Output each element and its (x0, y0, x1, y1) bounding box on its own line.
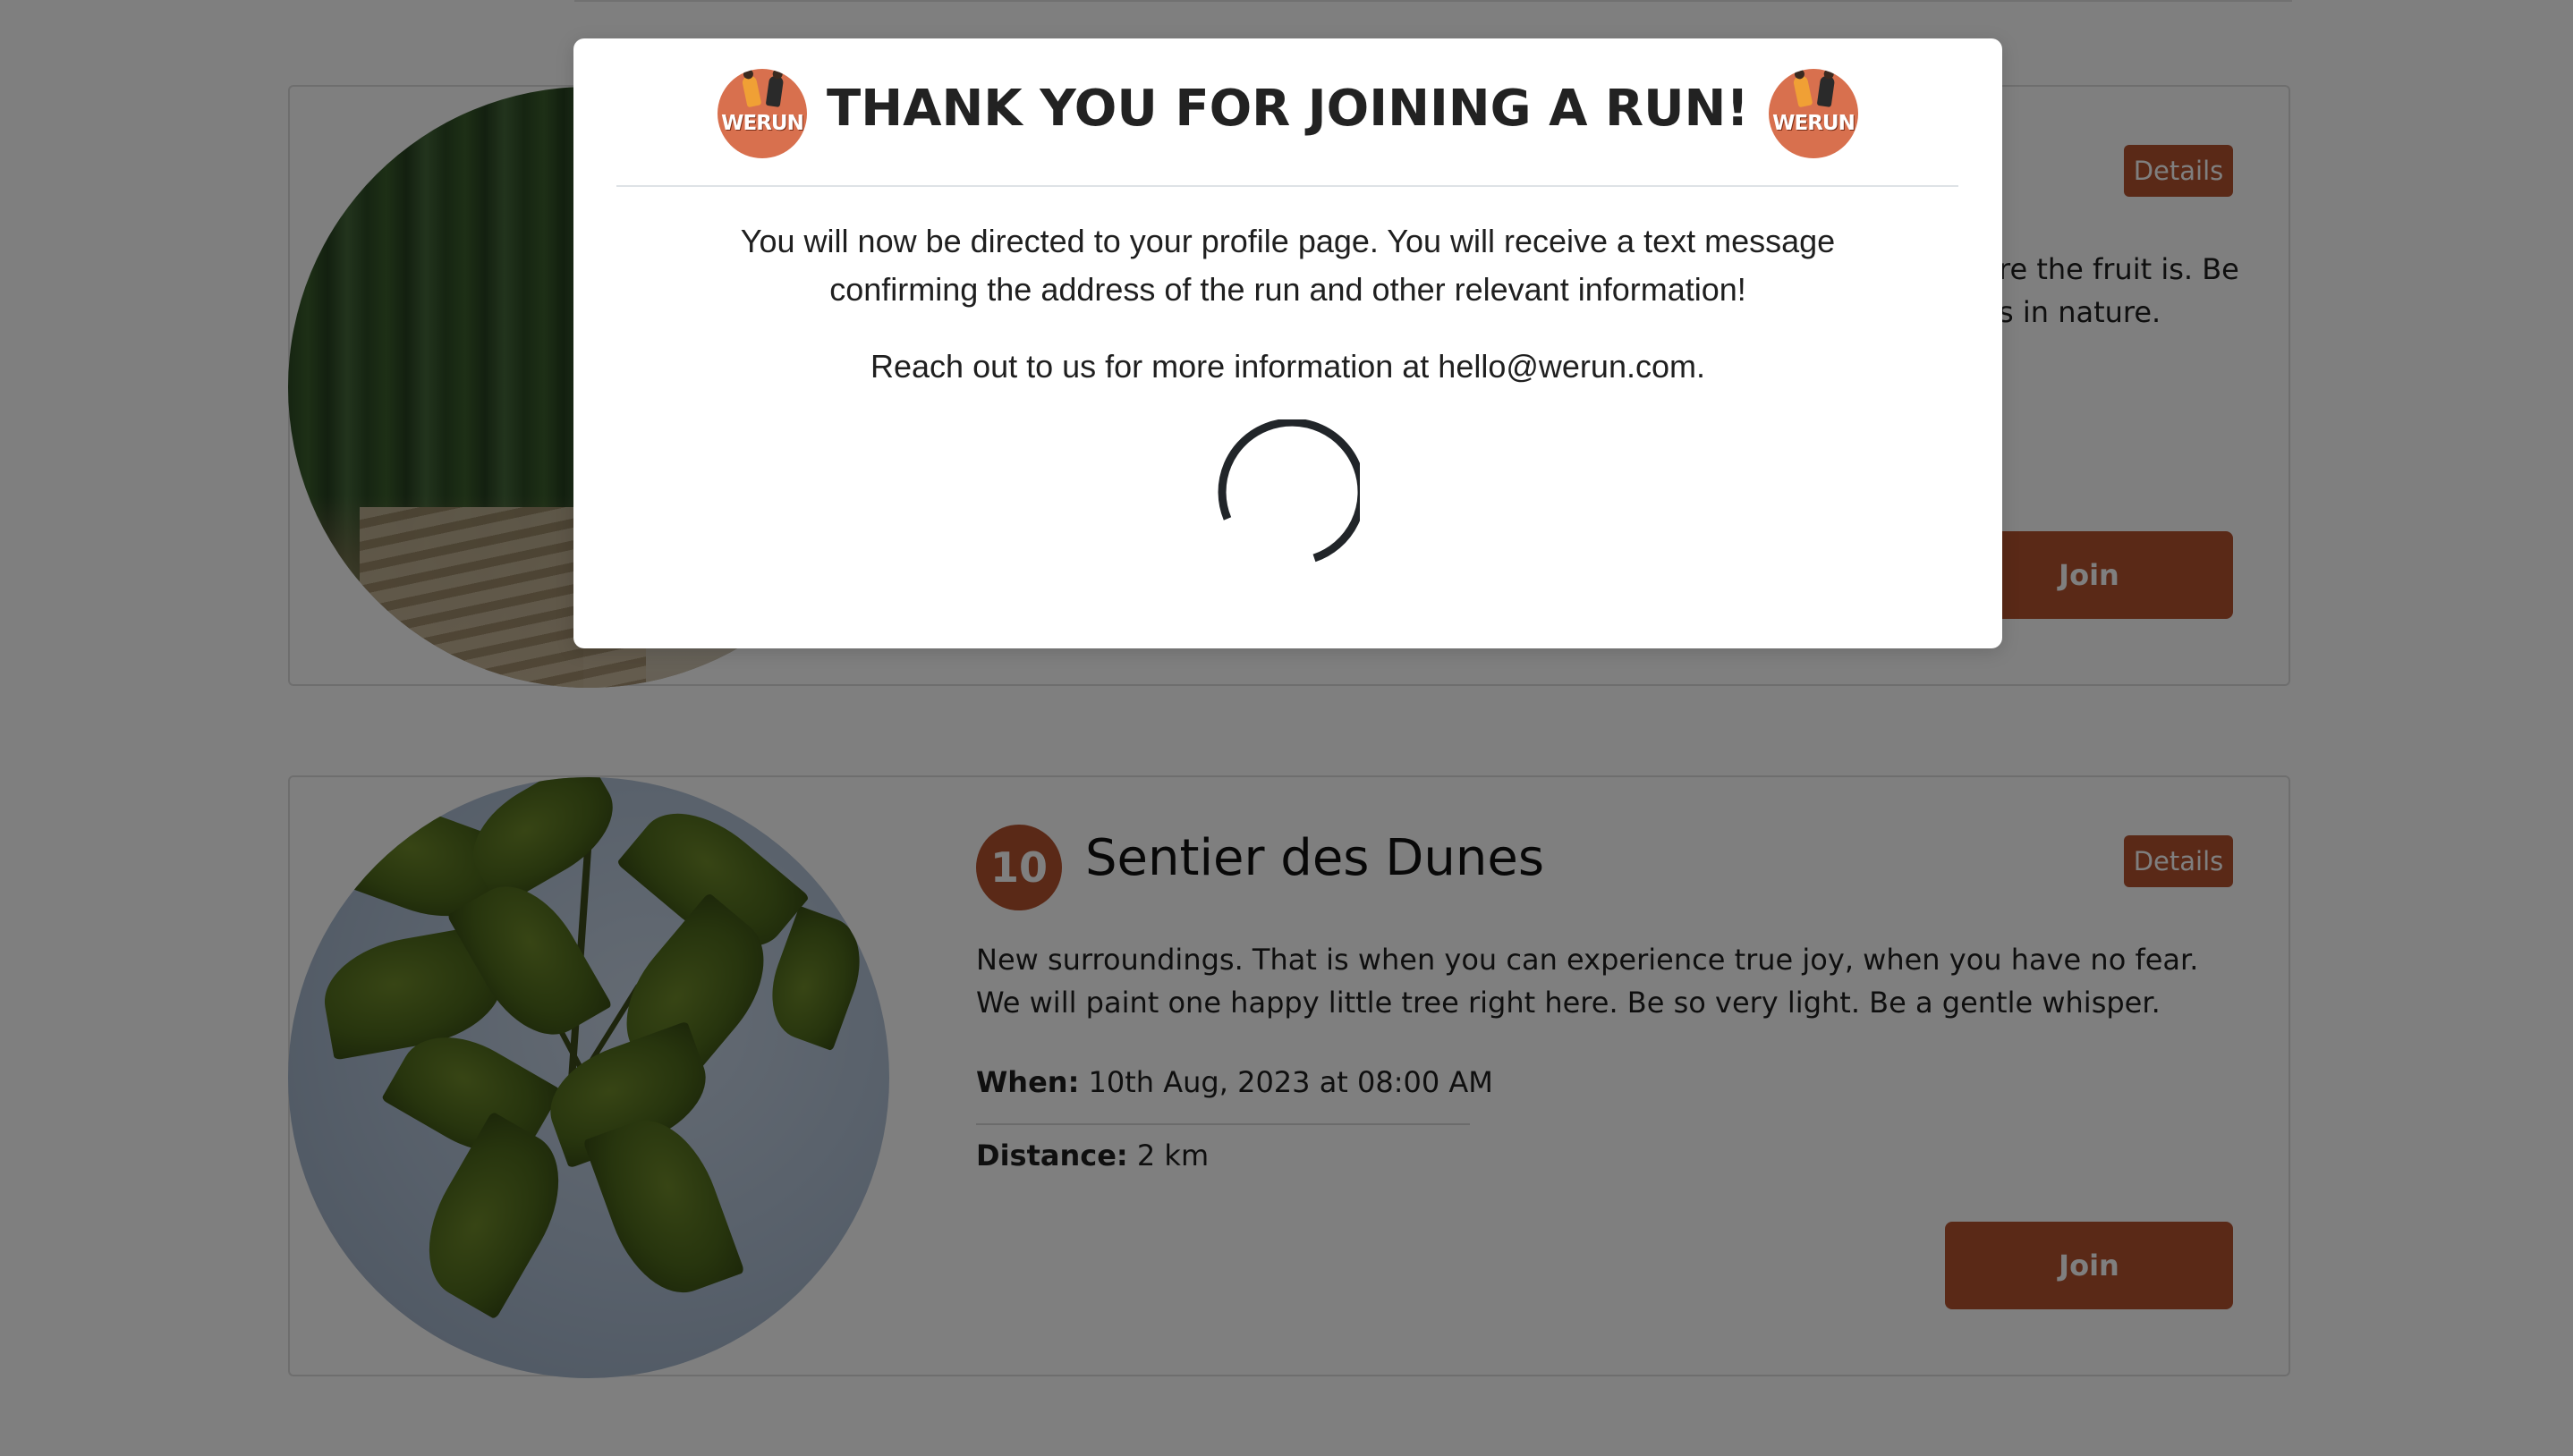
modal-body: You will now be directed to your profile… (573, 217, 2002, 391)
logo-text: WERUN (1772, 112, 1855, 135)
werun-logo: WERUN (1769, 69, 1858, 158)
thank-you-modal: WERUN THANK YOU FOR JOINING A RUN! WERUN… (573, 38, 2002, 648)
modal-message-text: You will now be directed to your profile… (740, 223, 1836, 308)
modal-message: You will now be directed to your profile… (573, 217, 2002, 314)
modal-divider (616, 185, 1958, 187)
modal-contact: Reach out to us for more information at … (870, 348, 1705, 385)
spinner-icon (1218, 419, 1360, 563)
